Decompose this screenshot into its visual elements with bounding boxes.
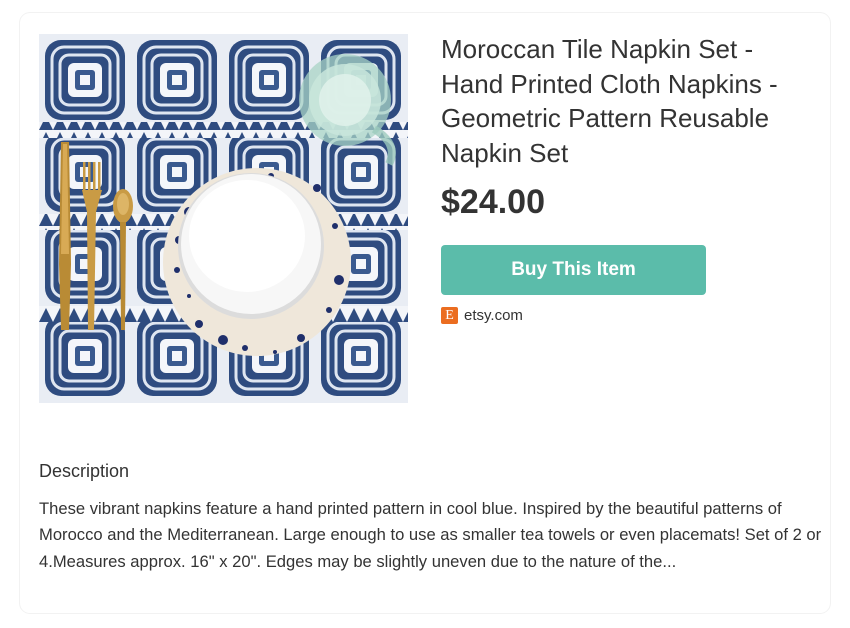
buy-button[interactable]: Buy This Item [441, 245, 706, 295]
product-image[interactable] [39, 34, 408, 403]
page: Moroccan Tile Napkin Set - Hand Printed … [0, 0, 850, 628]
product-price: $24.00 [441, 183, 545, 221]
etsy-logo-icon: E [441, 306, 458, 324]
source-domain: etsy.com [464, 306, 523, 324]
product-title: Moroccan Tile Napkin Set - Hand Printed … [441, 34, 778, 168]
description-text: These vibrant napkins feature a hand pri… [39, 499, 822, 571]
description-heading: Description [39, 461, 130, 481]
source-link[interactable]: E etsy.com [441, 305, 523, 325]
product-photo-svg [39, 34, 408, 403]
